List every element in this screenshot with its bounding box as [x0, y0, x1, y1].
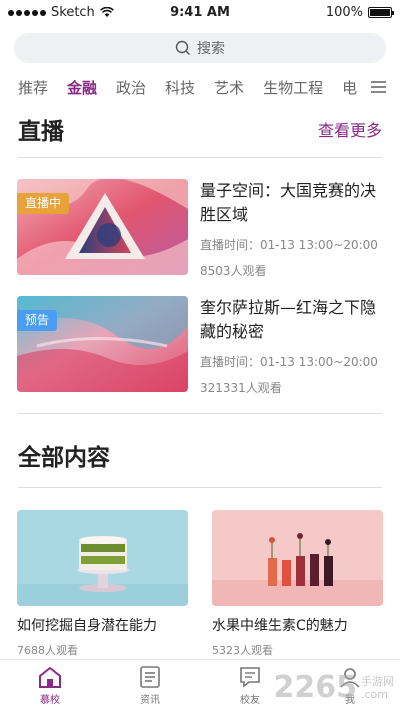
live-thumbnail: 预告 — [17, 296, 188, 392]
tab-bioengineering[interactable]: 生物工程 — [263, 77, 323, 98]
live-item[interactable]: 预告 奎尔萨拉斯—红海之下隐藏的秘密 直播时间：01-13 13:00~20:0… — [17, 296, 383, 396]
category-tabs: 推荐 金融 政治 科技 艺术 生物工程 电 — [0, 72, 400, 102]
menu-icon — [371, 81, 386, 93]
tabbar-label: 资讯 — [140, 694, 160, 706]
content-thumbnail — [17, 510, 188, 606]
live-item[interactable]: 直播中 量子空间：大国竞赛的决胜区域 直播时间：01-13 13:00~20:0… — [17, 179, 383, 279]
divider — [18, 487, 382, 488]
tabbar-label: 慕校 — [40, 694, 60, 706]
live-section-header: 直播 查看更多 — [18, 112, 382, 146]
divider — [18, 157, 382, 158]
watermark-site: .com — [361, 687, 388, 701]
chat-icon — [240, 666, 260, 688]
tab-recommend[interactable]: 推荐 — [18, 77, 48, 98]
tabbar-label: 校友 — [240, 694, 260, 706]
preview-badge: 预告 — [17, 310, 58, 331]
watermark-number: 2265 — [273, 670, 358, 705]
content-card[interactable]: 水果中维生素C的魅力 5323人观看 — [212, 510, 383, 658]
live-item-time: 直播时间：01-13 13:00~20:00 — [200, 355, 378, 369]
tabbar-item-home[interactable]: 慕校 — [0, 660, 100, 711]
content-viewers: 7688人观看 — [17, 644, 78, 657]
live-item-title: 量子空间：大国竞赛的决胜区域 — [200, 181, 377, 224]
tab-partial[interactable]: 电 — [342, 77, 357, 98]
live-section-title: 直播 — [18, 119, 64, 145]
battery-icon — [368, 7, 394, 18]
search-bar[interactable]: 搜索 — [14, 33, 386, 63]
watermark-label: 手游网 — [361, 674, 394, 688]
live-item-viewers: 8503人观看 — [200, 264, 267, 278]
tab-art[interactable]: 艺术 — [214, 77, 244, 98]
search-icon — [175, 40, 190, 55]
status-bar: Sketch 9:41 AM 100% — [0, 0, 400, 26]
content-title: 如何挖掘自身潜在能力 — [17, 618, 157, 634]
tab-politics[interactable]: 政治 — [116, 77, 146, 98]
news-icon — [140, 665, 160, 688]
tabbar-item-news[interactable]: 资讯 — [100, 660, 200, 711]
divider — [18, 413, 382, 414]
live-badge: 直播中 — [17, 193, 70, 214]
content-card[interactable]: 如何挖掘自身潜在能力 7688人观看 — [17, 510, 188, 658]
content-title: 水果中维生素C的魅力 — [212, 618, 348, 634]
view-more-link[interactable]: 查看更多 — [318, 117, 382, 141]
content-viewers: 5323人观看 — [212, 644, 273, 657]
live-item-time: 直播时间：01-13 13:00~20:00 — [200, 238, 378, 252]
all-section-header: 全部内容 — [18, 438, 382, 472]
live-thumbnail: 直播中 — [17, 179, 188, 275]
all-section-title: 全部内容 — [18, 445, 110, 471]
battery-percent: 100% — [325, 5, 363, 20]
search-placeholder: 搜索 — [197, 41, 225, 57]
home-icon — [39, 666, 61, 688]
live-item-title: 奎尔萨拉斯—红海之下隐藏的秘密 — [200, 298, 377, 341]
watermark: 2265 手游网 .com — [274, 670, 395, 705]
tab-menu-button[interactable] — [358, 72, 400, 102]
live-item-viewers: 321331人观看 — [200, 381, 282, 395]
tab-finance[interactable]: 金融 — [67, 77, 97, 98]
content-thumbnail — [212, 510, 383, 606]
tab-tech[interactable]: 科技 — [165, 77, 195, 98]
